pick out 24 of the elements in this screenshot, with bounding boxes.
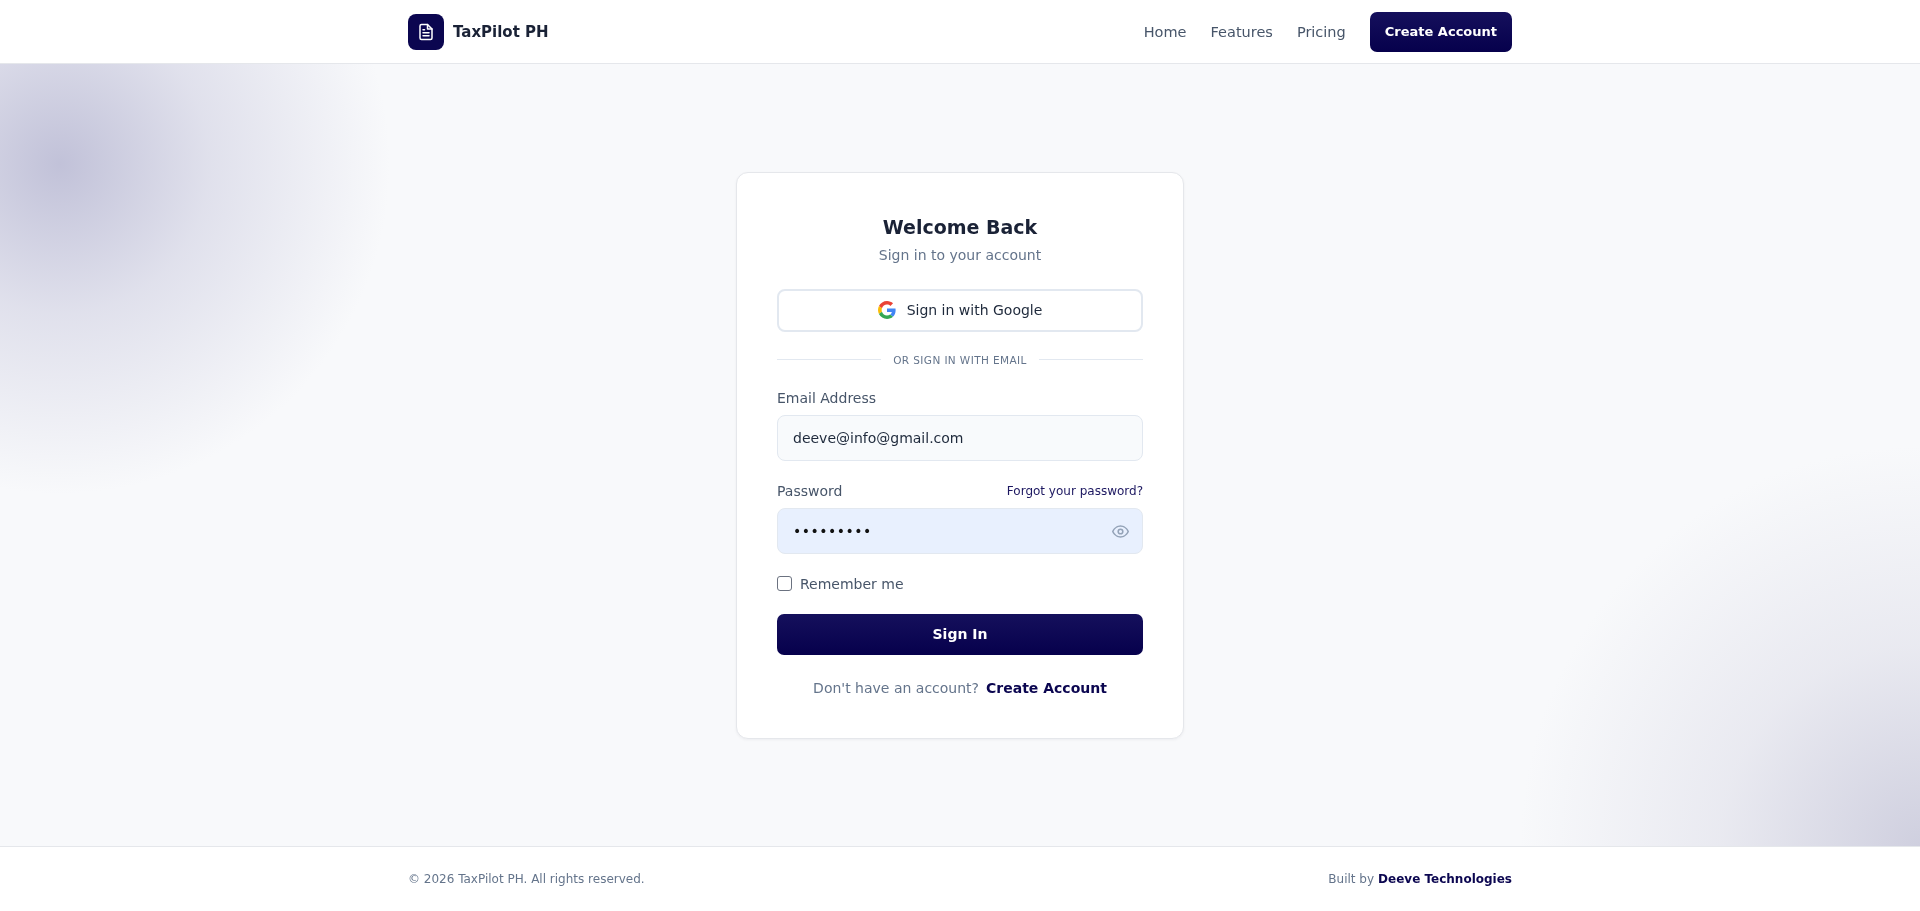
create-account-link[interactable]: Create Account — [986, 677, 1107, 698]
remember-me-label[interactable]: Remember me — [800, 573, 904, 594]
email-label: Email Address — [777, 388, 877, 408]
password-field[interactable]: ••••••••• — [777, 507, 1143, 554]
google-sign-in-button[interactable]: Sign in with Google — [777, 288, 1143, 332]
card-subtitle: Sign in to your account — [877, 245, 1043, 265]
g-logo-icon — [877, 301, 896, 319]
nav-link[interactable]: Features — [1210, 23, 1273, 40]
create-account-button[interactable]: Create Account — [1369, 11, 1512, 52]
card-title: Welcome Back — [881, 214, 1039, 240]
password-label: Password — [777, 481, 843, 501]
divider-label: OR SIGN IN WITH EMAIL — [893, 352, 1027, 368]
document-icon[interactable] — [408, 13, 444, 50]
email-field[interactable]: deeve@info@gmail.com — [777, 414, 1143, 461]
brand-name[interactable]: TaxPilot PH — [453, 22, 549, 41]
company-link[interactable]: Deeve Technologies — [1378, 872, 1512, 886]
nav-link[interactable]: Home — [1143, 23, 1187, 40]
checkbox[interactable] — [777, 576, 792, 591]
sign-in-button[interactable]: Sign In — [777, 613, 1143, 655]
signup-prompt: Don't have an account? — [813, 678, 980, 698]
forgot-password-link[interactable]: Forgot your password? — [1006, 480, 1143, 501]
built-by-text: Built by — [1328, 872, 1375, 886]
copyright-text: © 2026 TaxPilot PH. All rights reserved. — [408, 872, 645, 886]
nav-link[interactable]: Pricing — [1296, 23, 1346, 40]
